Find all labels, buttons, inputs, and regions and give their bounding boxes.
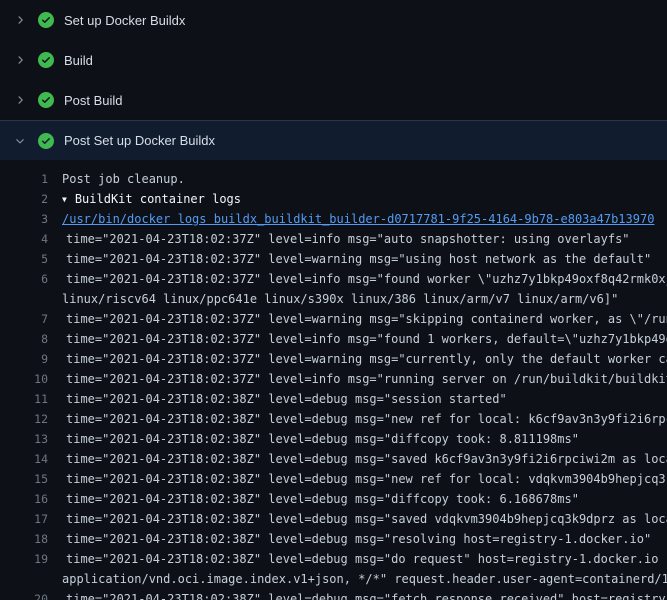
log-line: 13 time="2021-04-23T18:02:38Z" level=debu…	[0, 429, 667, 449]
line-number[interactable]: 12	[0, 409, 48, 429]
step-label: Build	[64, 53, 93, 68]
step-label: Post Set up Docker Buildx	[64, 133, 215, 148]
log-line: 4 time="2021-04-23T18:02:37Z" level=info …	[0, 229, 667, 249]
chevron-right-icon[interactable]	[12, 52, 28, 68]
log-text: application/vnd.oci.image.index.v1+json,…	[62, 569, 667, 589]
log-line: 15 time="2021-04-23T18:02:38Z" level=debu…	[0, 469, 667, 489]
log-text: time="2021-04-23T18:02:38Z" level=debug …	[62, 469, 667, 489]
log-text: time="2021-04-23T18:02:38Z" level=debug …	[62, 489, 667, 509]
log-text: time="2021-04-23T18:02:38Z" level=debug …	[62, 389, 667, 409]
log-line: 1 Post job cleanup.	[0, 169, 667, 189]
log-text: time="2021-04-23T18:02:38Z" level=debug …	[62, 549, 667, 569]
log-line: linux/riscv64 linux/ppc641e linux/s390x …	[0, 289, 667, 309]
line-number[interactable]: 1	[0, 169, 48, 189]
log-line: 20 time="2021-04-23T18:02:38Z" level=debu…	[0, 589, 667, 600]
log-line: 17 time="2021-04-23T18:02:38Z" level=debu…	[0, 509, 667, 529]
log-text: time="2021-04-23T18:02:37Z" level=info m…	[62, 229, 667, 249]
line-number[interactable]: 8	[0, 329, 48, 349]
log-text: time="2021-04-23T18:02:38Z" level=debug …	[62, 589, 667, 600]
line-number[interactable]: 18	[0, 529, 48, 549]
log-text: time="2021-04-23T18:02:37Z" level=info m…	[62, 329, 667, 349]
line-number[interactable]: 14	[0, 449, 48, 469]
log-line: 5 time="2021-04-23T18:02:37Z" level=warni…	[0, 249, 667, 269]
log-line: 11 time="2021-04-23T18:02:38Z" level=debu…	[0, 389, 667, 409]
line-number[interactable]: 11	[0, 389, 48, 409]
log-line: application/vnd.oci.image.index.v1+json,…	[0, 569, 667, 589]
chevron-right-icon[interactable]	[12, 92, 28, 108]
log-text: time="2021-04-23T18:02:38Z" level=debug …	[62, 409, 667, 429]
log-text: time="2021-04-23T18:02:37Z" level=warnin…	[62, 349, 667, 369]
step-row-set-up-docker-buildx[interactable]: Set up Docker Buildx	[0, 0, 667, 40]
log-text: time="2021-04-23T18:02:38Z" level=debug …	[62, 449, 667, 469]
line-number[interactable]: 16	[0, 489, 48, 509]
line-number[interactable]: 4	[0, 229, 48, 249]
line-number[interactable]: 6	[0, 269, 48, 289]
line-number[interactable]: 3	[0, 209, 48, 229]
log-line: 8 time="2021-04-23T18:02:37Z" level=info …	[0, 329, 667, 349]
log-text: time="2021-04-23T18:02:38Z" level=debug …	[62, 429, 667, 449]
log-line: 10 time="2021-04-23T18:02:37Z" level=info…	[0, 369, 667, 389]
log-text: linux/riscv64 linux/ppc641e linux/s390x …	[62, 289, 667, 309]
log-line: 12 time="2021-04-23T18:02:38Z" level=debu…	[0, 409, 667, 429]
check-circle-icon	[38, 92, 54, 108]
log-text: time="2021-04-23T18:02:38Z" level=debug …	[62, 529, 667, 549]
line-number[interactable]: 9	[0, 349, 48, 369]
line-number	[0, 569, 48, 589]
line-number[interactable]: 19	[0, 549, 48, 569]
line-number[interactable]: 15	[0, 469, 48, 489]
log-text: time="2021-04-23T18:02:37Z" level=info m…	[62, 269, 667, 289]
line-number[interactable]: 2	[0, 189, 48, 209]
log-group-title: ▼ BuildKit container logs	[62, 189, 667, 209]
log-line: 19 time="2021-04-23T18:02:38Z" level=debu…	[0, 549, 667, 569]
chevron-down-icon[interactable]	[12, 133, 28, 149]
log-line[interactable]: 3/usr/bin/docker logs buildx_buildkit_bu…	[0, 209, 667, 229]
log-line[interactable]: 2 ▼ BuildKit container logs	[0, 189, 667, 209]
line-number	[0, 289, 48, 309]
line-number[interactable]: 17	[0, 509, 48, 529]
check-circle-icon	[38, 52, 54, 68]
check-circle-icon	[38, 133, 54, 149]
log-line: 6 time="2021-04-23T18:02:37Z" level=info …	[0, 269, 667, 289]
workflow-log-viewer: Set up Docker Buildx Build Post Build Po…	[0, 0, 667, 600]
log-text: time="2021-04-23T18:02:38Z" level=debug …	[62, 509, 667, 529]
log-text: time="2021-04-23T18:02:37Z" level=info m…	[62, 369, 667, 389]
line-number[interactable]: 5	[0, 249, 48, 269]
check-circle-icon	[38, 12, 54, 28]
log-text: Post job cleanup.	[62, 169, 667, 189]
step-row-build[interactable]: Build	[0, 40, 667, 80]
line-number[interactable]: 7	[0, 309, 48, 329]
step-label: Post Build	[64, 93, 123, 108]
log-line: 14 time="2021-04-23T18:02:38Z" level=debu…	[0, 449, 667, 469]
log-line: 16 time="2021-04-23T18:02:38Z" level=debu…	[0, 489, 667, 509]
log-line: 7 time="2021-04-23T18:02:37Z" level=warni…	[0, 309, 667, 329]
step-label: Set up Docker Buildx	[64, 13, 185, 28]
log-line: 9 time="2021-04-23T18:02:37Z" level=warni…	[0, 349, 667, 369]
log-area: 1 Post job cleanup. 2 ▼ BuildKit container l…	[0, 160, 667, 600]
line-number[interactable]: 20	[0, 589, 48, 600]
log-text: time="2021-04-23T18:02:37Z" level=warnin…	[62, 309, 667, 329]
group-toggle-arrow-icon[interactable]: ▼	[62, 190, 67, 209]
log-command-text: /usr/bin/docker logs buildx_buildkit_bui…	[62, 209, 667, 229]
step-row-post-set-up-docker-buildx[interactable]: Post Set up Docker Buildx	[0, 120, 667, 160]
log-line: 18 time="2021-04-23T18:02:38Z" level=debu…	[0, 529, 667, 549]
log-group-title-text: BuildKit container logs	[75, 192, 241, 206]
line-number[interactable]: 10	[0, 369, 48, 389]
chevron-right-icon[interactable]	[12, 12, 28, 28]
step-row-post-build[interactable]: Post Build	[0, 80, 667, 120]
log-text: time="2021-04-23T18:02:37Z" level=warnin…	[62, 249, 667, 269]
line-number[interactable]: 13	[0, 429, 48, 449]
